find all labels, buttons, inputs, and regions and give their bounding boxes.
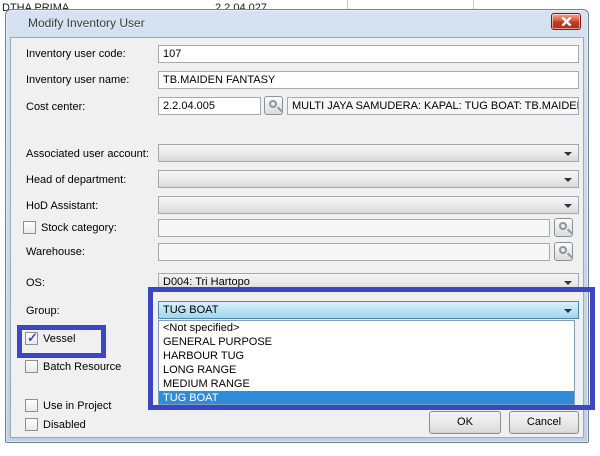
warehouse-lookup-button[interactable]: [554, 242, 573, 261]
group-dropdown-list: <Not specified> GENERAL PURPOSE HARBOUR …: [158, 320, 575, 405]
batch-resource-label: Batch Resource: [43, 361, 121, 373]
title-bar[interactable]: Modify Inventory User: [6, 10, 588, 36]
chevron-down-icon: [564, 281, 572, 285]
warehouse-input[interactable]: [158, 243, 550, 261]
cancel-button[interactable]: Cancel: [509, 411, 579, 434]
group-option[interactable]: HARBOUR TUG: [159, 349, 574, 363]
magnifier-icon: [559, 222, 567, 230]
vessel-label: Vessel: [43, 333, 75, 345]
close-icon: [561, 17, 572, 26]
stock-category-label: Stock category:: [41, 222, 117, 234]
batch-resource-checkbox[interactable]: [25, 360, 38, 373]
inventory-user-name-label: Inventory user name:: [26, 74, 129, 86]
modify-inventory-user-dialog: Modify Inventory User Inventory user cod…: [5, 9, 589, 443]
ok-button[interactable]: OK: [429, 411, 501, 434]
head-of-department-label: Head of department:: [26, 174, 126, 186]
cost-center-label: Cost center:: [26, 101, 85, 113]
dialog-body: Inventory user code: 107 Inventory user …: [10, 37, 584, 438]
stock-category-checkbox[interactable]: [23, 221, 36, 234]
use-in-project-label: Use in Project: [43, 400, 111, 412]
close-button[interactable]: [551, 13, 581, 30]
hod-assistant-label: HoD Assistant:: [26, 200, 98, 212]
magnifier-icon: [269, 100, 277, 108]
group-label: Group:: [26, 305, 60, 317]
group-option[interactable]: GENERAL PURPOSE: [159, 335, 574, 349]
hod-assistant-select[interactable]: [158, 196, 579, 214]
chevron-down-icon: [564, 204, 572, 208]
group-option-selected[interactable]: TUG BOAT: [159, 391, 574, 405]
group-option[interactable]: MEDIUM RANGE: [159, 377, 574, 391]
cost-center-input[interactable]: 2.2.04.005: [158, 97, 261, 115]
group-select[interactable]: TUG BOAT: [158, 301, 579, 319]
vessel-checkbox[interactable]: [25, 332, 38, 345]
associated-user-account-select[interactable]: [158, 144, 579, 162]
head-of-department-select[interactable]: [158, 170, 579, 188]
inventory-user-name-input[interactable]: TB.MAIDEN FANTASY: [158, 71, 579, 89]
os-select[interactable]: D004: Tri Hartopo: [158, 273, 579, 291]
magnifier-icon: [559, 246, 567, 254]
chevron-down-icon: [564, 309, 572, 313]
dialog-title: Modify Inventory User: [28, 16, 145, 30]
stock-category-input[interactable]: [158, 219, 550, 237]
chevron-down-icon: [564, 178, 572, 182]
group-option[interactable]: LONG RANGE: [159, 363, 574, 377]
cost-center-lookup-button[interactable]: [264, 96, 283, 115]
use-in-project-checkbox[interactable]: [25, 399, 38, 412]
warehouse-label: Warehouse:: [26, 246, 85, 258]
disabled-label: Disabled: [43, 419, 86, 431]
inventory-user-code-input[interactable]: 107: [158, 45, 579, 63]
group-option[interactable]: <Not specified>: [159, 321, 574, 335]
chevron-down-icon: [564, 152, 572, 156]
os-label: OS:: [26, 277, 45, 289]
stock-category-lookup-button[interactable]: [554, 218, 573, 237]
associated-user-account-label: Associated user account:: [26, 148, 149, 160]
cost-center-description: MULTI JAYA SAMUDERA: KAPAL: TUG BOAT: TB…: [287, 97, 579, 115]
inventory-user-code-label: Inventory user code:: [26, 48, 126, 60]
disabled-checkbox[interactable]: [25, 418, 38, 431]
